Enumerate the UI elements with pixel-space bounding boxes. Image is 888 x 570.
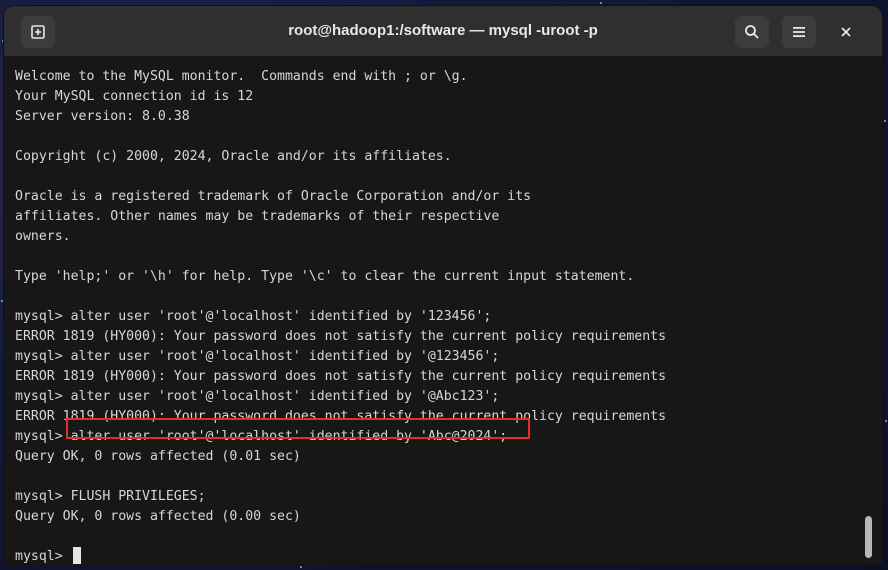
prompt-line[interactable]: mysql>: [15, 547, 882, 564]
terminal-line: mysql> alter user 'root'@'localhost' ide…: [15, 349, 500, 364]
terminal-line: Type 'help;' or '\h' for help. Type '\c'…: [15, 269, 635, 284]
terminal-line: mysql> alter user 'root'@'localhost' ide…: [15, 309, 492, 324]
search-icon: [745, 25, 759, 39]
terminal-line: mysql> FLUSH PRIVILEGES;: [15, 489, 206, 504]
terminal-line: ERROR 1819 (HY000): Your password does n…: [15, 369, 667, 384]
new-tab-icon: [31, 25, 45, 39]
scrollbar-thumb[interactable]: [865, 516, 872, 558]
hamburger-menu-icon: [793, 27, 805, 37]
search-button[interactable]: [735, 16, 769, 48]
terminal-line: Query OK, 0 rows affected (0.00 sec): [15, 509, 301, 524]
close-icon: [841, 27, 851, 37]
terminal-line: Oracle is a registered trademark of Orac…: [15, 189, 532, 204]
new-tab-button[interactable]: [21, 16, 55, 48]
terminal-window: root@hadoop1:/software — mysql -uroot -p…: [4, 6, 882, 564]
terminal-line: Query OK, 0 rows affected (0.01 sec): [15, 449, 301, 464]
terminal-line: Welcome to the MySQL monitor. Commands e…: [15, 69, 468, 84]
text-cursor: [72, 547, 81, 564]
terminal-line: ERROR 1819 (HY000): Your password does n…: [15, 329, 667, 344]
title-bar: root@hadoop1:/software — mysql -uroot -p: [4, 6, 882, 57]
terminal-line: affiliates. Other names may be trademark…: [15, 209, 500, 224]
terminal-output[interactable]: Welcome to the MySQL monitor. Commands e…: [4, 57, 882, 564]
highlight-box: [66, 418, 530, 439]
terminal-line: owners.: [15, 229, 71, 244]
terminal-line: Copyright (c) 2000, 2024, Oracle and/or …: [15, 149, 452, 164]
close-button[interactable]: [829, 16, 863, 48]
terminal-line: mysql> alter user 'root'@'localhost' ide…: [15, 389, 500, 404]
terminal-line: Server version: 8.0.38: [15, 109, 190, 124]
mysql-prompt: mysql>: [15, 549, 71, 564]
terminal-line: Your MySQL connection id is 12: [15, 89, 254, 104]
menu-button[interactable]: [782, 16, 816, 48]
